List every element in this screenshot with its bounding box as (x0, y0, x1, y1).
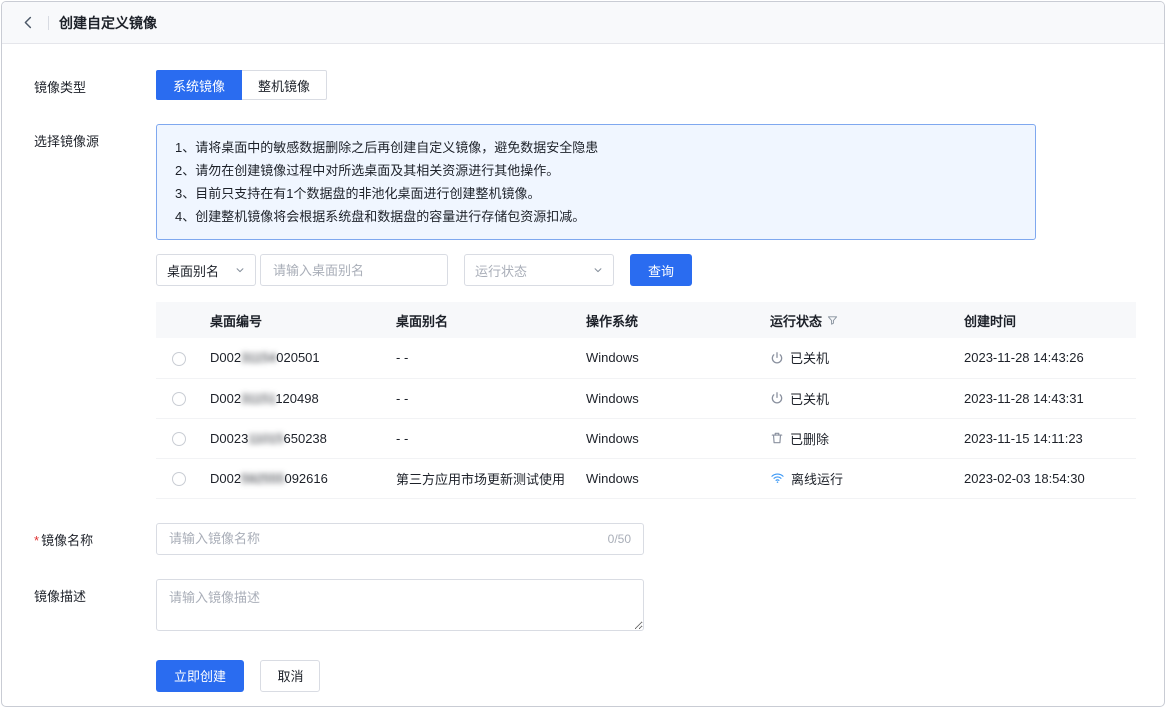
filter-funnel-icon[interactable] (827, 315, 838, 326)
image-name-label: *镜像名称 (34, 523, 156, 555)
created-time: 2023-11-15 14:11:23 (956, 418, 1136, 458)
chevron-down-icon (235, 265, 245, 275)
desktop-status: 离线运行 (762, 458, 956, 498)
cancel-button[interactable]: 取消 (260, 660, 320, 692)
run-status-select[interactable]: 运行状态 (464, 254, 614, 286)
redacted-id-segment: 11015 (248, 431, 283, 446)
created-time: 2023-11-28 14:43:26 (956, 338, 1136, 378)
desktop-alias: 第三方应用市场更新测试使用 (388, 458, 578, 498)
note-line: 1、请将桌面中的敏感数据删除之后再创建自定义镜像，避免数据安全隐患 (175, 137, 1017, 158)
table-row[interactable]: D00231151120498 - - Windows 已关机 2023-11-… (156, 378, 1136, 418)
desktop-alias: - - (388, 418, 578, 458)
radio-column-header (156, 302, 202, 338)
created-time: 2023-11-28 14:43:31 (956, 378, 1136, 418)
image-desc-label: 镜像描述 (34, 579, 156, 636)
create-custom-image-page: 创建自定义镜像 镜像类型 系统镜像 整机镜像 选择镜像源 1、请将桌面中的敏感数… (1, 1, 1165, 707)
image-desc-textarea[interactable] (156, 579, 644, 631)
row-radio[interactable] (172, 392, 186, 406)
back-button[interactable] (18, 13, 38, 33)
search-button[interactable]: 查询 (630, 254, 692, 286)
note-line: 3、目前只支持在有1个数据盘的非池化桌面进行创建整机镜像。 (175, 183, 1017, 204)
create-now-button[interactable]: 立即创建 (156, 660, 244, 692)
page-header: 创建自定义镜像 (2, 2, 1164, 44)
trash-icon (770, 431, 784, 445)
notes-box: 1、请将桌面中的敏感数据删除之后再创建自定义镜像，避免数据安全隐患 2、请勿在创… (156, 124, 1036, 240)
row-radio[interactable] (172, 352, 186, 366)
table-row[interactable]: D002311015650238 - - Windows 已删除 2023-11… (156, 418, 1136, 458)
image-type-row: 镜像类型 系统镜像 整机镜像 (34, 70, 1132, 100)
col-run-status-label: 运行状态 (770, 311, 822, 330)
desktop-status: 已关机 (762, 378, 956, 418)
wifi-icon (770, 471, 785, 485)
search-field-value: 桌面别名 (167, 261, 219, 280)
desktop-id: D00231151120498 (202, 378, 388, 418)
form-actions: 立即创建 取消 (34, 660, 1132, 692)
table-row[interactable]: D00231154020501 - - Windows 已关机 2023-11-… (156, 338, 1136, 378)
col-created-time: 创建时间 (956, 302, 1136, 338)
tab-whole-machine-image[interactable]: 整机镜像 (242, 70, 327, 100)
redacted-id-segment: 31154 (241, 350, 276, 365)
desktop-table: 桌面编号 桌面别名 操作系统 运行状态 创建时间 (156, 302, 1136, 499)
desktop-alias: - - (388, 338, 578, 378)
desktop-status: 已删除 (762, 418, 956, 458)
chevron-down-icon (593, 265, 603, 275)
table-row[interactable]: D002592555092616 第三方应用市场更新测试使用 Windows 离… (156, 458, 1136, 498)
desktop-os: Windows (578, 378, 762, 418)
page-title: 创建自定义镜像 (59, 13, 157, 33)
note-line: 4、创建整机镜像将会根据系统盘和数据盘的容量进行存储包资源扣减。 (175, 206, 1017, 227)
desktop-os: Windows (578, 418, 762, 458)
image-source-row: 选择镜像源 1、请将桌面中的敏感数据删除之后再创建自定义镜像，避免数据安全隐患 … (34, 124, 1132, 499)
created-time: 2023-02-03 18:54:30 (956, 458, 1136, 498)
col-os: 操作系统 (578, 302, 762, 338)
power-icon (770, 351, 784, 365)
power-icon (770, 391, 784, 405)
image-type-group: 系统镜像 整机镜像 (156, 70, 327, 100)
run-status-placeholder: 运行状态 (475, 261, 527, 280)
desktop-id: D002592555092616 (202, 458, 388, 498)
desktop-alias: - - (388, 378, 578, 418)
image-source-label: 选择镜像源 (34, 124, 156, 499)
chevron-left-icon (21, 15, 36, 30)
note-line: 2、请勿在创建镜像过程中对所选桌面及其相关资源进行其他操作。 (175, 160, 1017, 181)
redacted-id-segment: 592555 (241, 471, 284, 486)
redacted-id-segment: 31151 (241, 391, 275, 406)
desktop-status: 已关机 (762, 338, 956, 378)
header-divider (48, 16, 49, 30)
filter-row: 桌面别名 运行状态 查询 (156, 254, 1136, 286)
row-radio[interactable] (172, 432, 186, 446)
col-desktop-id: 桌面编号 (202, 302, 388, 338)
alias-keyword-input[interactable] (260, 254, 448, 286)
image-name-row: *镜像名称 0/50 (34, 523, 1132, 555)
desktop-os: Windows (578, 338, 762, 378)
desktop-id: D002311015650238 (202, 418, 388, 458)
actions-spacer (34, 660, 156, 692)
search-field-select[interactable]: 桌面别名 (156, 254, 256, 286)
image-name-input[interactable] (169, 531, 600, 546)
tab-system-image[interactable]: 系统镜像 (156, 70, 242, 100)
char-counter: 0/50 (608, 532, 631, 546)
col-desktop-alias: 桌面别名 (388, 302, 578, 338)
required-asterisk: * (34, 533, 39, 548)
desktop-os: Windows (578, 458, 762, 498)
image-type-label: 镜像类型 (34, 70, 156, 100)
col-run-status: 运行状态 (762, 302, 956, 338)
row-radio[interactable] (172, 472, 186, 486)
table-header-row: 桌面编号 桌面别名 操作系统 运行状态 创建时间 (156, 302, 1136, 338)
image-name-input-wrap: 0/50 (156, 523, 644, 555)
image-desc-row: 镜像描述 (34, 579, 1132, 636)
desktop-id: D00231154020501 (202, 338, 388, 378)
